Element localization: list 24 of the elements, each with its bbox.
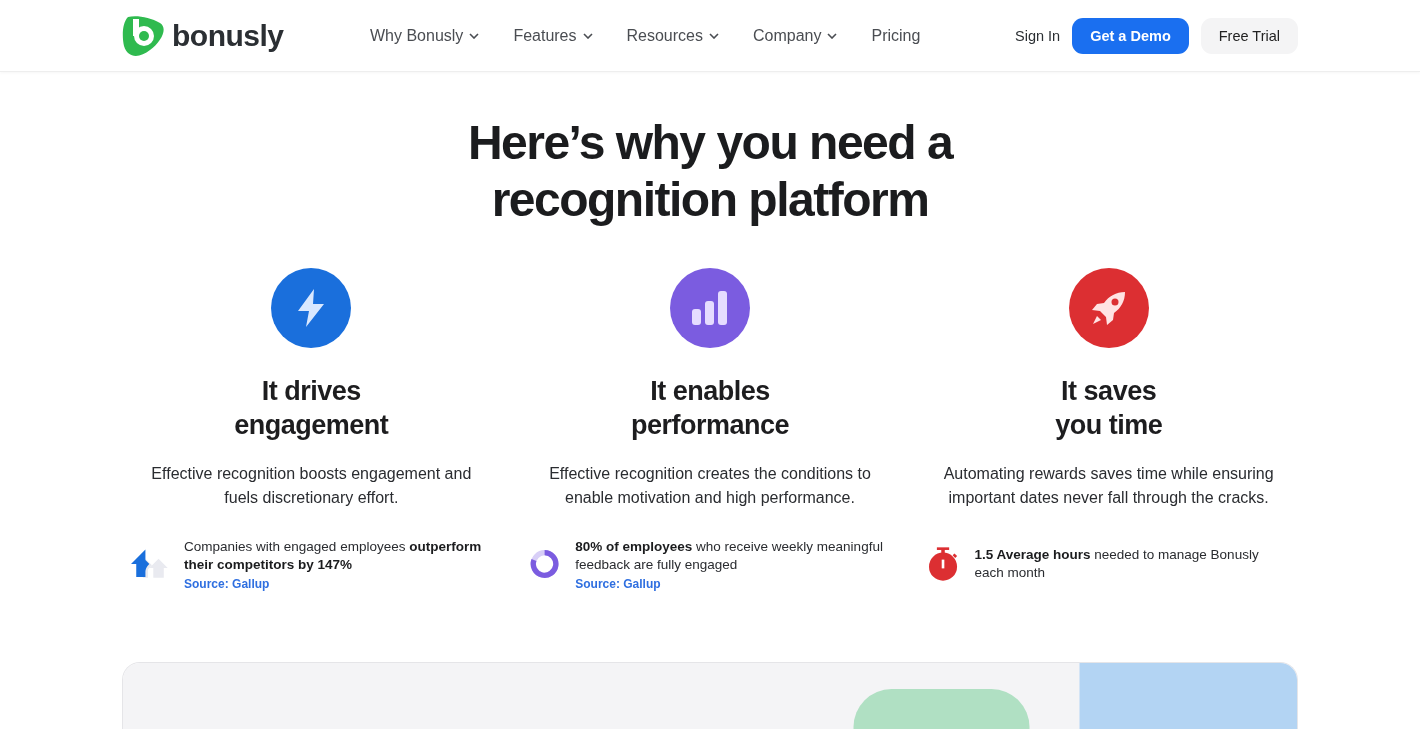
nav-link[interactable]: Why Bonusly bbox=[370, 26, 480, 45]
feature-description: Effective recognition boosts engagement and fuels discretionary effort. bbox=[150, 464, 473, 508]
section-heading: Here’s why you need a recognition platform bbox=[466, 115, 954, 228]
source-link[interactable]: Source: Gallup bbox=[575, 576, 890, 591]
feature-title: It enables performance bbox=[630, 375, 789, 442]
stat-text: Companies with engaged employees outperform their competitors by 147% bbox=[184, 537, 483, 574]
feature-title: It saves you time bbox=[1055, 375, 1163, 442]
source-link[interactable]: Source: Gallup bbox=[184, 576, 492, 591]
demo-button[interactable]: Get a Demo bbox=[1072, 17, 1189, 54]
nav-link[interactable]: Features bbox=[513, 26, 593, 45]
bar-chart-icon bbox=[690, 291, 730, 325]
sign-in-link[interactable]: Sign In bbox=[1015, 27, 1061, 44]
feature-description: Effective recognition creates the conditions to enable motivation and high performance. bbox=[548, 464, 872, 508]
nav-link[interactable]: Pricing bbox=[871, 26, 921, 45]
feature-title: It drives engagement bbox=[234, 375, 389, 442]
logo-icon[interactable] bbox=[122, 14, 166, 57]
stat-text: 80% of employees who receive weekly meaningful feedback are fully engaged bbox=[575, 537, 884, 574]
nav-link[interactable]: Resources bbox=[626, 26, 719, 45]
logo-text[interactable]: bonusly bbox=[172, 18, 284, 53]
trial-button[interactable]: Free Trial bbox=[1200, 17, 1298, 54]
feature-description: Automating rewards saves time while ensuring important dates never fall through the cracks. bbox=[942, 464, 1275, 508]
stopwatch-icon bbox=[928, 545, 959, 583]
stat-text: 1.5 Average hours needed to manage Bonusly each month bbox=[974, 546, 1260, 582]
nav-link[interactable]: Company bbox=[753, 26, 838, 45]
